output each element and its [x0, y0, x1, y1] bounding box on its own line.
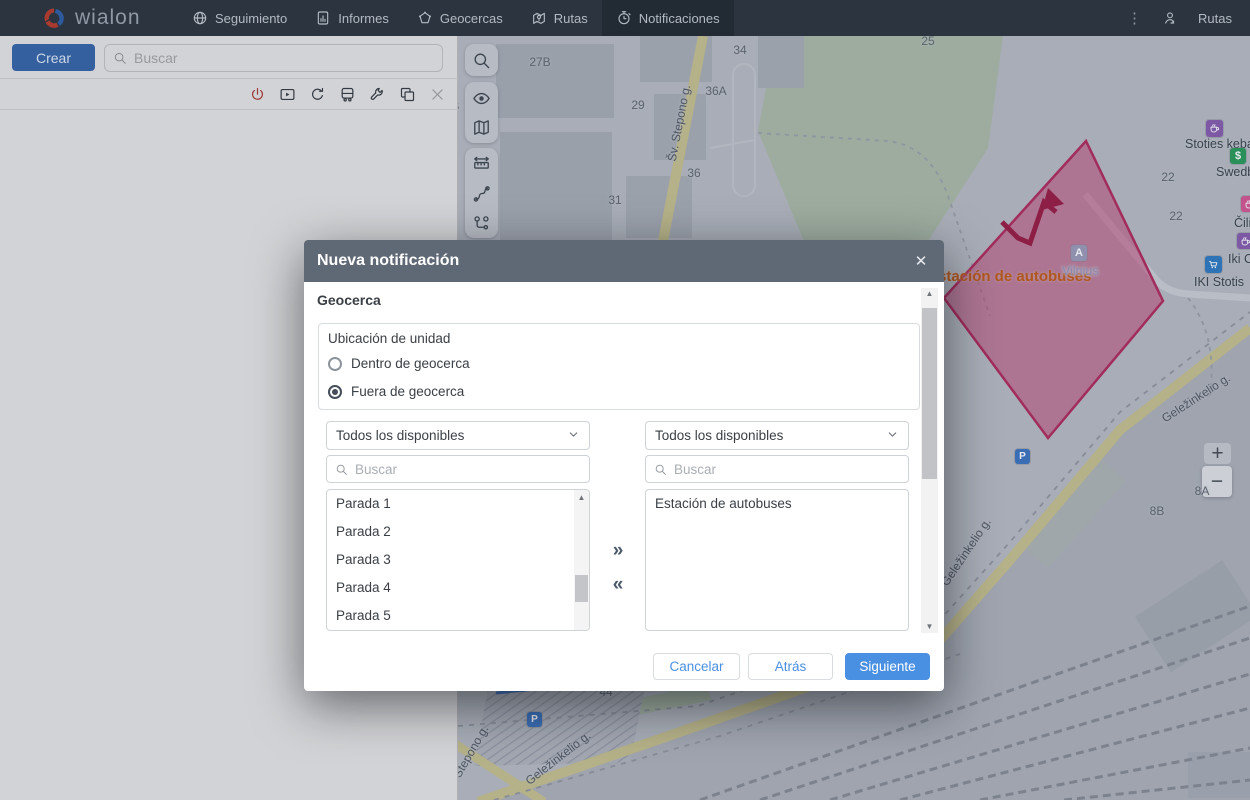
close-icon[interactable] — [428, 85, 446, 103]
wialon-logo[interactable]: wialon — [0, 0, 178, 36]
wialon-logo-icon — [42, 6, 66, 30]
map-search-icon[interactable] — [472, 50, 492, 70]
search-icon — [113, 51, 127, 65]
list-item[interactable]: Parada 1 — [327, 490, 589, 518]
back-button[interactable]: Atrás — [748, 653, 833, 680]
poi-stoties-kebabai-icon — [1206, 120, 1223, 137]
map-source-icon[interactable] — [472, 117, 492, 137]
cancel-button[interactable]: Cancelar — [653, 653, 740, 680]
top-navbar: wialon Seguimiento Informes Geocercas Rutas… — [0, 0, 1250, 36]
wizard-step-label: Geocerca — [317, 292, 381, 308]
selected-geofences-list: Estación de autobuses — [645, 489, 909, 631]
dialog-title: Nueva notificación — [317, 252, 459, 270]
visibility-icon[interactable] — [472, 88, 492, 108]
available-search-field[interactable] — [326, 455, 590, 483]
poi-parking-1-icon: P — [1015, 449, 1030, 464]
nav-tab-label: Informes — [338, 11, 389, 26]
radio-outside-geofence[interactable]: Fuera de geocerca — [328, 384, 464, 399]
available-filter-dropdown[interactable]: Todos los disponibles — [326, 421, 590, 450]
unit-location-title: Ubicación de unidad — [328, 331, 450, 346]
new-notification-dialog: Nueva notificación ✕ Geocerca ▲ ▼ Ubicac… — [304, 240, 944, 691]
nav-tab-informes[interactable]: Informes — [301, 0, 403, 36]
scroll-up-arrow[interactable]: ▲ — [921, 288, 938, 300]
next-button[interactable]: Siguiente — [845, 653, 930, 680]
dialog-scrollbar[interactable]: ▲ ▼ — [921, 288, 938, 633]
list-item[interactable]: Parada 4 — [327, 574, 589, 602]
nav-tab-rutas[interactable]: Rutas — [517, 0, 602, 36]
panel-search-input[interactable] — [134, 50, 434, 66]
poi-swedbank-icon: $ — [1230, 148, 1246, 164]
radio-inside-geofence[interactable]: Dentro de geocerca — [328, 356, 470, 371]
list-item[interactable]: Parada 2 — [327, 518, 589, 546]
list-item[interactable]: Estación de autobuses — [646, 490, 908, 518]
scroll-down-arrow[interactable]: ▼ — [921, 621, 938, 633]
geofence-name-label: Estación de autobuses — [928, 268, 1091, 285]
radio-icon — [328, 357, 342, 371]
nav-tab-label: Notificaciones — [639, 11, 720, 26]
panel-toolbar — [0, 79, 458, 110]
list-item[interactable]: Parada 3 — [327, 546, 589, 574]
create-notification-button[interactable]: Crear — [12, 44, 95, 71]
poi-cili-icon — [1241, 196, 1250, 212]
move-right-button[interactable]: » — [607, 540, 629, 562]
poi-iki-cafe-icon — [1237, 233, 1250, 249]
radio-icon-selected — [328, 385, 342, 399]
track-points-icon[interactable] — [472, 212, 492, 232]
poi-vilnius-station-icon: A — [1071, 245, 1087, 261]
units-icon[interactable] — [338, 85, 356, 103]
nav-tab-label: Seguimiento — [215, 11, 287, 26]
nav-tab-geocercas[interactable]: Geocercas — [403, 0, 517, 36]
copy-icon[interactable] — [398, 85, 416, 103]
nav-tab-label: Rutas — [554, 11, 588, 26]
selected-search-field[interactable] — [645, 455, 909, 483]
nav-tab-seguimiento[interactable]: Seguimiento — [178, 0, 301, 36]
poi-iki-stotis-icon — [1205, 256, 1222, 273]
tools-icon[interactable] — [368, 85, 386, 103]
geofence-polygon — [944, 141, 1163, 438]
available-search-input[interactable] — [355, 462, 581, 477]
dialog-scrollbar-thumb[interactable] — [922, 308, 937, 479]
list-item[interactable]: Parada 5 — [327, 602, 589, 630]
selected-filter-dropdown[interactable]: Todos los disponibles — [645, 421, 909, 450]
routing-icon[interactable] — [472, 183, 492, 203]
map-toolbar-group-1 — [465, 44, 498, 76]
unit-location-group: Ubicación de unidad Dentro de geocerca F… — [318, 323, 920, 410]
user-menu-label[interactable]: Rutas — [1198, 11, 1232, 26]
chevron-down-icon — [886, 428, 899, 444]
map-toolbar-group-2 — [465, 82, 498, 143]
map-toolbar-group-3 — [465, 148, 498, 238]
search-icon — [335, 463, 348, 476]
sync-icon[interactable] — [308, 85, 326, 103]
chevron-down-icon — [567, 428, 580, 444]
search-icon — [654, 463, 667, 476]
video-icon[interactable] — [278, 85, 296, 103]
wialon-app: Estación de autobuses + − 27B29313436A36… — [0, 0, 1250, 800]
list-scroll-up-arrow[interactable]: ▲ — [574, 492, 589, 504]
overflow-menu-icon[interactable]: ⋮ — [1127, 16, 1142, 21]
list-scrollbar-thumb[interactable] — [575, 575, 588, 602]
dialog-header: Nueva notificación ✕ — [304, 240, 944, 282]
user-icon[interactable] — [1162, 10, 1178, 26]
map-zoom-out-button[interactable]: − — [1202, 466, 1232, 497]
dialog-close-icon[interactable]: ✕ — [911, 252, 931, 270]
map-zoom-in-button[interactable]: + — [1204, 443, 1231, 464]
panel-search-field[interactable] — [104, 44, 443, 72]
available-geofences-list: Parada 1 Parada 2 Parada 3 Parada 4 Para… — [326, 489, 590, 631]
nav-tab-label: Geocercas — [440, 11, 503, 26]
move-left-button[interactable]: « — [607, 574, 629, 596]
nav-tab-notificaciones[interactable]: Notificaciones — [602, 0, 734, 36]
measure-distance-icon[interactable] — [472, 154, 492, 174]
list-scrollbar[interactable]: ▲ — [574, 490, 589, 630]
power-icon[interactable] — [248, 85, 266, 103]
wialon-logo-text: wialon — [75, 6, 141, 30]
selected-search-input[interactable] — [674, 462, 900, 477]
poi-parking-2-icon: P — [527, 712, 542, 727]
